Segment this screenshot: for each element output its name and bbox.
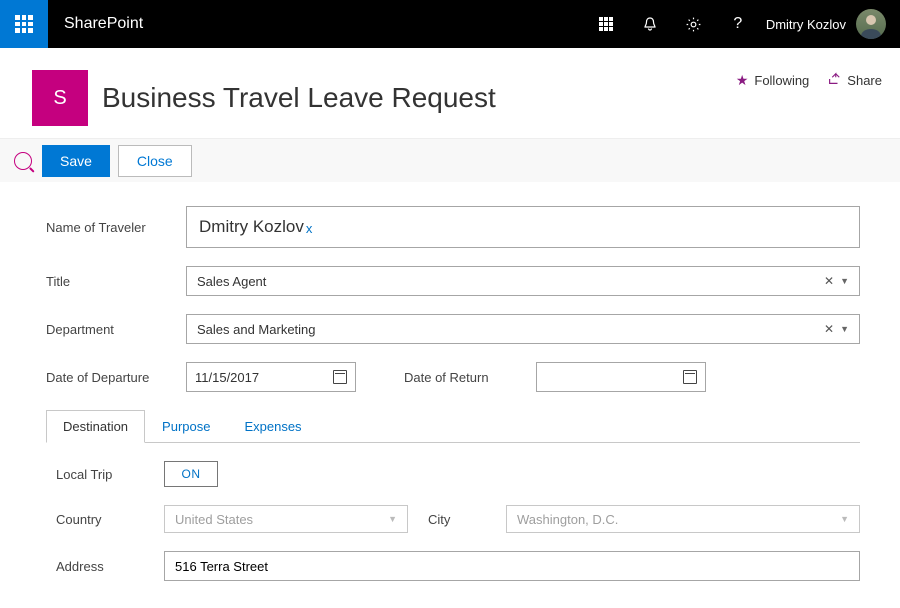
avatar — [856, 9, 886, 39]
department-label: Department — [46, 322, 186, 337]
page-actions: ★ Following Share — [736, 72, 882, 89]
page-title: Business Travel Leave Request — [102, 82, 496, 114]
suite-actions: ? Dmitry Kozlov — [584, 0, 900, 48]
tabs: Destination Purpose Expenses — [46, 410, 860, 443]
department-combo[interactable]: Sales and Marketing ✕ ▼ — [186, 314, 860, 344]
departure-label: Date of Departure — [46, 370, 186, 385]
share-label: Share — [847, 73, 882, 88]
save-button[interactable]: Save — [42, 145, 110, 177]
help-icon: ? — [733, 15, 742, 33]
command-bar: Save Close — [0, 138, 900, 182]
return-date-input[interactable] — [536, 362, 706, 392]
star-icon: ★ — [736, 72, 749, 89]
chevron-down-icon[interactable]: ▼ — [840, 324, 849, 334]
country-combo[interactable]: United States ▼ — [164, 505, 408, 533]
help-button[interactable]: ? — [716, 0, 760, 48]
site-logo[interactable]: S — [32, 70, 88, 126]
form: Name of Traveler Dmitry Kozlov x Title S… — [0, 182, 900, 581]
local-trip-label: Local Trip — [56, 467, 164, 482]
city-label: City — [428, 512, 506, 527]
city-value: Washington, D.C. — [517, 512, 618, 527]
clear-icon[interactable]: ✕ — [824, 322, 834, 336]
country-label: Country — [56, 512, 164, 527]
settings-button[interactable] — [672, 0, 716, 48]
return-label: Date of Return — [404, 370, 536, 385]
search-icon[interactable] — [14, 152, 32, 170]
title-combo[interactable]: Sales Agent ✕ ▼ — [186, 266, 860, 296]
apps-icon — [599, 17, 613, 31]
title-label: Title — [46, 274, 186, 289]
chevron-down-icon: ▼ — [840, 514, 849, 524]
close-button[interactable]: Close — [118, 145, 192, 177]
address-input[interactable] — [164, 551, 860, 581]
chevron-down-icon[interactable]: ▼ — [840, 276, 849, 286]
share-button[interactable]: Share — [827, 72, 882, 89]
departure-date-value: 11/15/2017 — [195, 370, 259, 385]
bell-icon — [642, 16, 658, 32]
suite-brand: SharePoint — [64, 15, 143, 33]
follow-label: Following — [754, 73, 809, 88]
follow-button[interactable]: ★ Following — [736, 72, 809, 89]
clear-icon[interactable]: ✕ — [824, 274, 834, 288]
share-icon — [827, 72, 841, 89]
address-label: Address — [56, 559, 164, 574]
suite-bar: SharePoint ? Dmitry Kozlov — [0, 0, 900, 48]
local-trip-toggle[interactable]: ON — [164, 461, 218, 487]
traveler-value: Dmitry Kozlov — [199, 217, 304, 237]
remove-person-icon[interactable]: x — [306, 221, 313, 236]
departure-date-input[interactable]: 11/15/2017 — [186, 362, 356, 392]
tab-panel-destination: Local Trip ON Country United States ▼ Ci… — [46, 443, 860, 581]
user-name-label: Dmitry Kozlov — [766, 17, 846, 32]
suite-apps-button[interactable] — [584, 0, 628, 48]
gear-icon — [685, 16, 702, 33]
calendar-icon[interactable] — [683, 370, 697, 384]
country-value: United States — [175, 512, 253, 527]
notifications-button[interactable] — [628, 0, 672, 48]
tab-purpose[interactable]: Purpose — [145, 410, 227, 443]
user-menu[interactable]: Dmitry Kozlov — [760, 9, 900, 39]
app-launcher-button[interactable] — [0, 0, 48, 48]
chevron-down-icon: ▼ — [388, 514, 397, 524]
city-combo[interactable]: Washington, D.C. ▼ — [506, 505, 860, 533]
page-header: S Business Travel Leave Request ★ Follow… — [0, 48, 900, 138]
department-value: Sales and Marketing — [197, 322, 316, 337]
traveler-label: Name of Traveler — [46, 220, 186, 235]
traveler-people-picker[interactable]: Dmitry Kozlov x — [186, 206, 860, 248]
tab-destination[interactable]: Destination — [46, 410, 145, 443]
app-launcher-icon — [15, 15, 33, 33]
tab-expenses[interactable]: Expenses — [227, 410, 318, 443]
calendar-icon[interactable] — [333, 370, 347, 384]
title-value: Sales Agent — [197, 274, 266, 289]
